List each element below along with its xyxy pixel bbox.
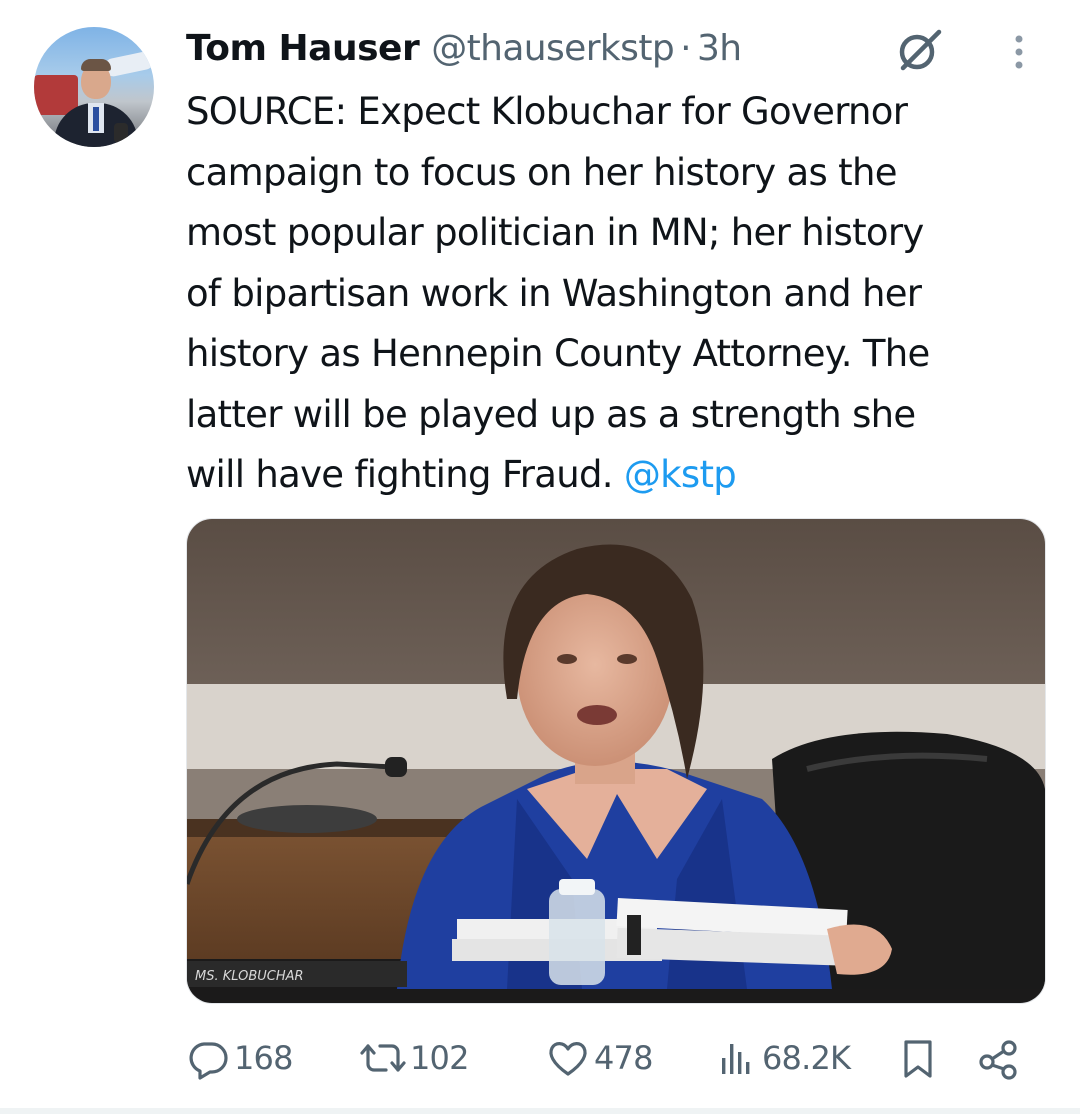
- photo-illustration: MS. KLOBUCHAR: [187, 519, 1045, 1003]
- tweet-card[interactable]: Tom Hauser @thauserkstp · 3h SOURCE: Exp…: [0, 0, 1080, 1114]
- microphone-head: [385, 757, 407, 777]
- share-button[interactable]: [976, 1030, 1022, 1086]
- eye-right: [617, 654, 637, 664]
- tweet-text-line: most popular politician in MN; her histo…: [186, 211, 924, 254]
- avatar-hair: [81, 59, 111, 71]
- bookmark-icon: [904, 1040, 932, 1078]
- binder-clip: [627, 915, 641, 955]
- reply-icon: [189, 1042, 228, 1080]
- views-button[interactable]: 68.2K: [716, 1030, 851, 1086]
- avatar-microphone: [114, 123, 128, 143]
- microphone-base: [237, 805, 377, 833]
- tweet-text-fragment: will have fighting Fraud.: [186, 453, 624, 496]
- water-bottle: [549, 889, 605, 985]
- tweet-text-line: SOURCE: Expect Klobuchar for Governor: [186, 90, 908, 133]
- share-icon: [979, 1040, 1017, 1080]
- eye-left: [557, 654, 577, 664]
- mention-link[interactable]: @kstp: [624, 453, 737, 496]
- tweet-header: Tom Hauser @thauserkstp · 3h: [186, 22, 742, 74]
- like-button[interactable]: 478: [546, 1030, 653, 1086]
- reply-button[interactable]: 168: [186, 1030, 293, 1086]
- bookmark-button[interactable]: [898, 1030, 938, 1086]
- reply-count: 168: [234, 1039, 293, 1077]
- author-handle[interactable]: @thauserkstp: [431, 28, 674, 69]
- like-count: 478: [594, 1039, 653, 1077]
- view-count: 68.2K: [762, 1039, 851, 1077]
- tweet-text: SOURCE: Expect Klobuchar for Governor ca…: [186, 82, 1066, 506]
- tweet-text-line: of bipartisan work in Washington and her: [186, 271, 922, 315]
- grok-icon[interactable]: [895, 26, 943, 74]
- action-bar: 168 102 478 68.2K: [186, 1030, 1036, 1086]
- tweet-text-line: campaign to focus on her history as the: [186, 150, 897, 194]
- tweet-text-line-last: will have fighting Fraud. @kstp: [186, 445, 1066, 506]
- heart-icon: [549, 1042, 587, 1076]
- tweet-image[interactable]: MS. KLOBUCHAR: [186, 518, 1046, 1004]
- avatar[interactable]: [34, 27, 154, 147]
- author-name[interactable]: Tom Hauser: [186, 28, 420, 69]
- tweet-text-line: history as Hennepin County Attorney. The: [186, 332, 930, 375]
- avatar-tie: [93, 107, 99, 131]
- water-bottle-cap: [559, 879, 595, 895]
- timestamp[interactable]: 3h: [697, 28, 742, 69]
- header-separator: ·: [680, 27, 691, 69]
- bottom-divider: [0, 1108, 1080, 1114]
- tweet-text-line: latter will be played up as a strength s…: [186, 392, 916, 436]
- mouth: [577, 705, 617, 725]
- analytics-icon: [722, 1044, 750, 1074]
- repost-button[interactable]: 102: [360, 1030, 469, 1086]
- repost-icon: [360, 1044, 406, 1072]
- avatar-background-plane: [102, 49, 154, 79]
- nameplate-text: MS. KLOBUCHAR: [195, 969, 304, 984]
- more-vertical-icon[interactable]: [1006, 30, 1032, 74]
- repost-count: 102: [410, 1039, 469, 1077]
